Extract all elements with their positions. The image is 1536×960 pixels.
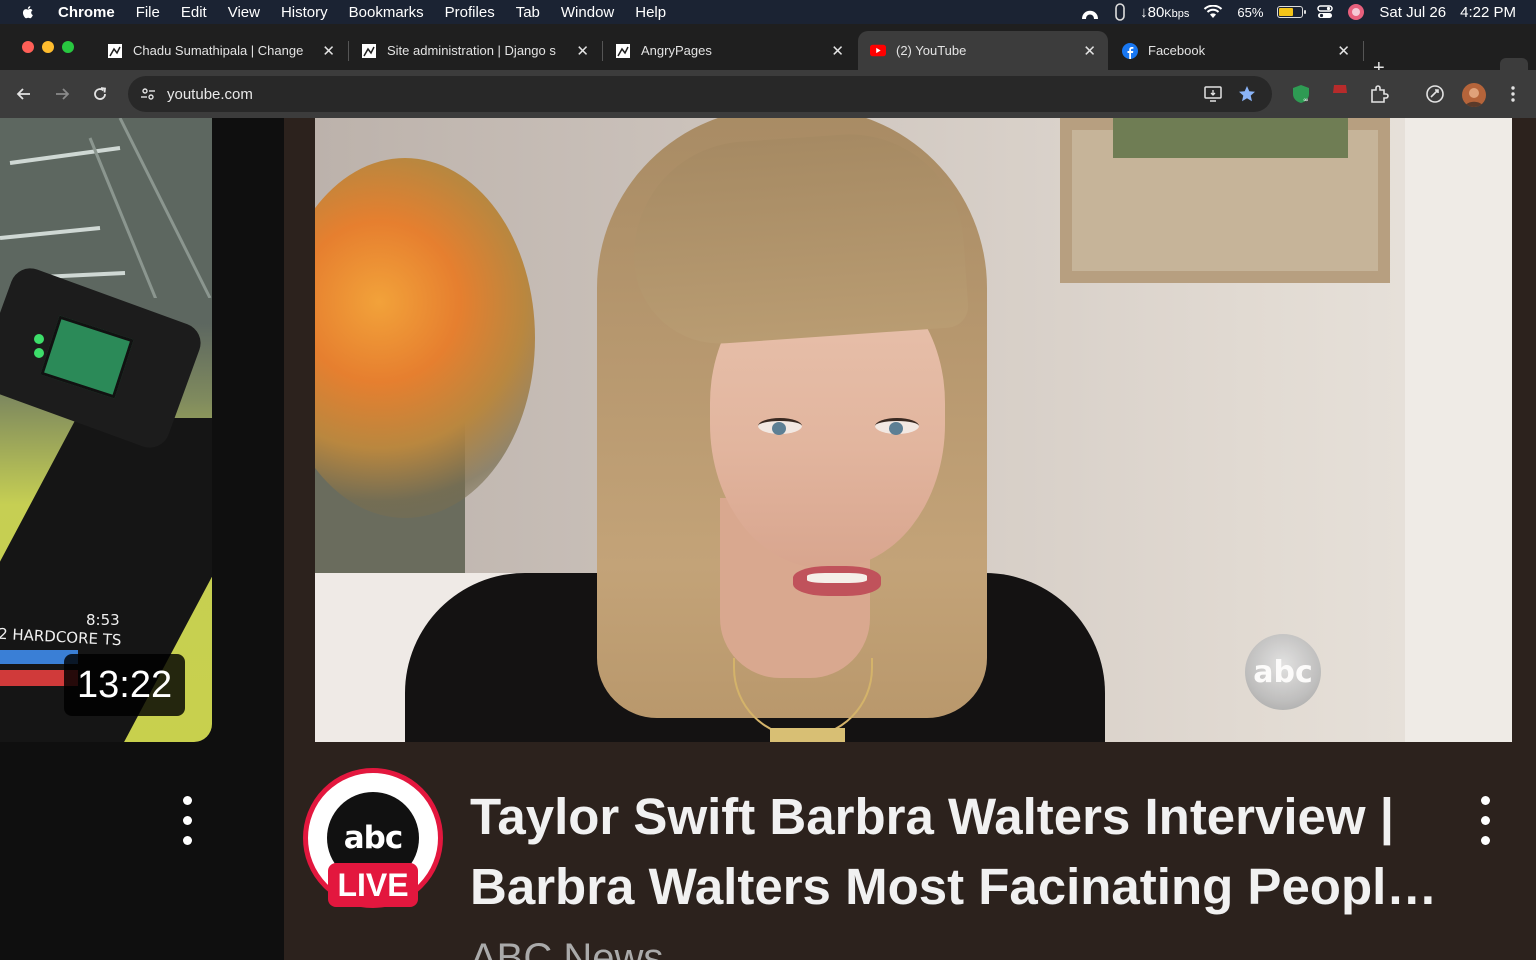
zoom-window-button[interactable] bbox=[62, 41, 74, 53]
tab-facebook[interactable]: Facebook ✕ bbox=[1110, 31, 1362, 70]
svg-text:∞: ∞ bbox=[1303, 96, 1309, 104]
facebook-icon bbox=[1122, 42, 1138, 59]
extensions-puzzle-icon[interactable] bbox=[1368, 83, 1390, 105]
tab-divider bbox=[1363, 41, 1364, 61]
channel-name[interactable]: ABC News bbox=[470, 936, 663, 960]
site-settings-icon[interactable] bbox=[136, 82, 160, 106]
wifi-icon[interactable] bbox=[1203, 5, 1223, 19]
network-speed-value: ↓80 bbox=[1140, 3, 1165, 21]
previous-video-thumbnail[interactable]: 8:53 2 HARDCORE TS bbox=[0, 118, 212, 742]
reload-icon bbox=[94, 87, 107, 100]
menu-help[interactable]: Help bbox=[635, 4, 666, 21]
tab-title: Site administration | Django s bbox=[387, 43, 556, 58]
shield-extension-icon[interactable]: ∞ bbox=[1290, 83, 1312, 105]
tab-title: Facebook bbox=[1148, 43, 1206, 58]
picture-frame-art bbox=[1113, 118, 1348, 158]
page-icon bbox=[615, 43, 631, 59]
page-icon bbox=[361, 43, 377, 59]
youtube-page: 8:53 2 HARDCORE TS 13:22 abc abc LIVE Ta… bbox=[0, 118, 1536, 960]
menubar-status-area: ↓80Kbps 65% Sat Jul 26 4:22 PM bbox=[1080, 0, 1516, 24]
teeth bbox=[807, 573, 867, 583]
arrow-left-icon bbox=[16, 88, 30, 100]
menubar-date[interactable]: Sat Jul 26 bbox=[1379, 4, 1446, 21]
scoreboard-time: 8:53 bbox=[86, 611, 120, 629]
menubar-time[interactable]: 4:22 PM bbox=[1460, 4, 1516, 21]
menu-history[interactable]: History bbox=[281, 4, 328, 21]
paperclip-icon[interactable] bbox=[1114, 3, 1126, 21]
url-text[interactable]: youtube.com bbox=[167, 86, 253, 103]
extension-badge-icon[interactable] bbox=[1327, 83, 1353, 105]
left-eye bbox=[758, 418, 802, 435]
live-badge: LIVE bbox=[328, 863, 418, 907]
close-tab-icon[interactable]: ✕ bbox=[322, 42, 335, 60]
video-thumbnail[interactable]: abc bbox=[315, 118, 1512, 742]
youtube-icon bbox=[870, 43, 886, 59]
tab-site-administration[interactable]: Site administration | Django s ✕ bbox=[349, 31, 601, 70]
tab-title: Chadu Sumathipala | Change bbox=[133, 43, 304, 58]
window-light bbox=[1405, 118, 1512, 742]
network-speed-unit: Kbps bbox=[1164, 7, 1190, 20]
menu-bookmarks[interactable]: Bookmarks bbox=[349, 4, 424, 21]
arrow-right-icon bbox=[56, 88, 70, 100]
more-options-icon[interactable] bbox=[1474, 796, 1496, 846]
menu-tab[interactable]: Tab bbox=[516, 4, 540, 21]
tab-angrypages[interactable]: AngryPages ✕ bbox=[603, 31, 856, 70]
macos-menu-bar: Chrome File Edit View History Bookmarks … bbox=[0, 0, 1536, 24]
window-controls bbox=[22, 41, 74, 53]
control-center-icon[interactable] bbox=[1317, 4, 1334, 20]
minimize-window-button[interactable] bbox=[42, 41, 54, 53]
video-title-line-2: Barbra Walters Most Facinating People |.… bbox=[470, 858, 1450, 915]
install-app-icon[interactable] bbox=[1203, 84, 1223, 104]
page-icon bbox=[107, 43, 123, 59]
vpn-arch-icon[interactable] bbox=[1080, 4, 1100, 20]
forward-button[interactable] bbox=[50, 82, 74, 106]
close-window-button[interactable] bbox=[22, 41, 34, 53]
video-title[interactable]: Taylor Swift Barbra Walters Interview | … bbox=[470, 782, 1450, 922]
menu-view[interactable]: View bbox=[228, 4, 260, 21]
menu-edit[interactable]: Edit bbox=[181, 4, 207, 21]
menu-window[interactable]: Window bbox=[561, 4, 614, 21]
ai-sparkle-icon[interactable] bbox=[1424, 83, 1446, 105]
network-speed[interactable]: ↓80Kbps bbox=[1140, 4, 1189, 21]
menu-app-chrome[interactable]: Chrome bbox=[58, 4, 115, 21]
battery-percent: 65% bbox=[1237, 4, 1264, 20]
close-tab-icon[interactable]: ✕ bbox=[576, 42, 589, 60]
more-options-icon[interactable] bbox=[176, 796, 198, 846]
battery-fill bbox=[1279, 8, 1294, 16]
featured-video-card[interactable]: abc abc LIVE Taylor Swift Barbra Walters… bbox=[284, 118, 1536, 960]
menu-profiles[interactable]: Profiles bbox=[445, 4, 495, 21]
address-bar[interactable]: youtube.com bbox=[128, 76, 1272, 112]
apple-logo-icon[interactable] bbox=[20, 4, 36, 20]
close-tab-icon[interactable]: ✕ bbox=[1083, 42, 1096, 60]
camera-led bbox=[34, 334, 44, 344]
tab-title: (2) YouTube bbox=[896, 43, 967, 58]
battery-icon[interactable] bbox=[1277, 6, 1307, 18]
tab-strip: Chadu Sumathipala | Change ✕ Site admini… bbox=[0, 24, 1536, 86]
necklace-pendant bbox=[770, 728, 845, 742]
abc-watermark-logo: abc bbox=[1245, 634, 1321, 710]
camera-led bbox=[34, 348, 44, 358]
video-title-line-1: Taylor Swift Barbra Walters Interview | bbox=[470, 788, 1395, 845]
siri-icon[interactable] bbox=[1347, 3, 1365, 21]
close-tab-icon[interactable]: ✕ bbox=[1337, 42, 1350, 60]
video-duration-badge: 13:22 bbox=[64, 654, 186, 716]
close-tab-icon[interactable]: ✕ bbox=[831, 42, 844, 60]
right-eye bbox=[875, 418, 919, 435]
tab-title: AngryPages bbox=[641, 43, 712, 58]
chrome-menu-icon[interactable] bbox=[1502, 83, 1524, 105]
tab-youtube[interactable]: (2) YouTube ✕ bbox=[858, 31, 1108, 70]
back-button[interactable] bbox=[12, 82, 36, 106]
profile-avatar[interactable] bbox=[1462, 83, 1486, 107]
reload-button[interactable] bbox=[88, 82, 112, 106]
browser-toolbar: youtube.com ∞ 120 bbox=[0, 70, 1536, 176]
tab-chadu-sumathipala[interactable]: Chadu Sumathipala | Change ✕ bbox=[95, 31, 347, 70]
bookmark-star-icon[interactable] bbox=[1237, 84, 1257, 104]
menu-file[interactable]: File bbox=[136, 4, 160, 21]
